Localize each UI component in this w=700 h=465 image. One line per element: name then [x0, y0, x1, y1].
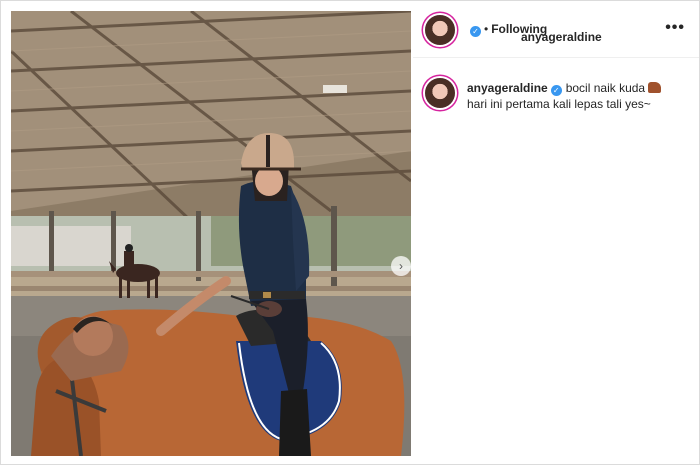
username-link[interactable]: anyageraldine	[521, 30, 602, 44]
caption-username-link[interactable]: anyageraldine	[467, 81, 548, 95]
caption-avatar[interactable]	[425, 78, 455, 108]
verified-badge-icon: ✓	[550, 85, 562, 96]
separator-dot: •	[484, 22, 489, 36]
horse-emoji-icon	[648, 82, 662, 93]
instagram-post-embed: › anyageraldine ✓ • Following ••• anyageral…	[0, 0, 700, 465]
more-options-icon[interactable]: •••	[665, 19, 685, 37]
post-header: anyageraldine ✓ • Following •••	[413, 11, 699, 58]
post-photo[interactable]: ›	[11, 11, 411, 456]
avatar[interactable]	[425, 15, 455, 45]
riding-arena-photo	[11, 11, 411, 456]
caption: anyageraldine ✓ bocil naik kuda hari ini p…	[467, 80, 687, 112]
header-line: anyageraldine ✓ • Following	[467, 20, 602, 44]
caption-line2: hari ini pertama kali lepas tali yes~	[467, 97, 651, 111]
caption-line1: bocil naik kuda	[565, 81, 646, 95]
chevron-right-icon[interactable]: ›	[391, 256, 411, 276]
post-side-panel: anyageraldine ✓ • Following ••• anyageraldi…	[413, 11, 699, 456]
verified-badge-icon: ✓	[470, 26, 481, 37]
